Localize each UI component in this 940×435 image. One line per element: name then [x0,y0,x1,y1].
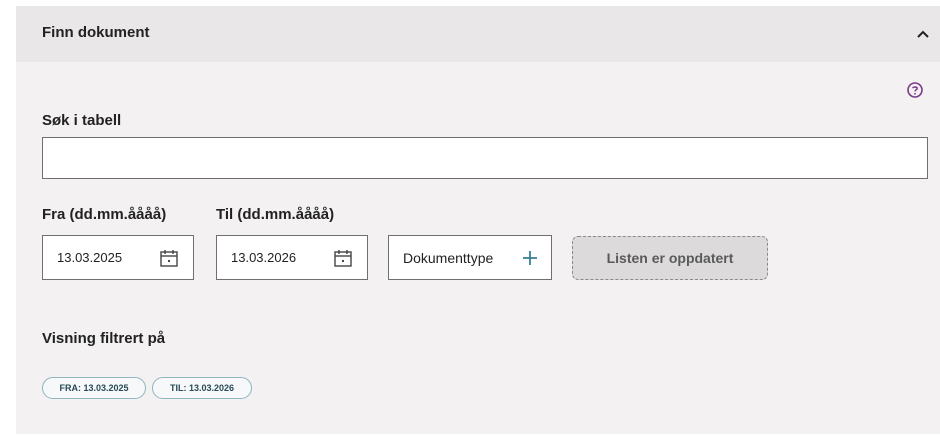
date-from-value: 13.03.2025 [57,250,123,265]
chevron-up-icon[interactable] [914,26,932,44]
filter-chip-to[interactable]: TIL: 13.03.2026 [152,377,252,399]
calendar-icon[interactable] [333,248,353,268]
plus-icon [521,249,539,267]
calendar-icon[interactable] [159,248,179,268]
filter-chip-from[interactable]: FRA: 13.03.2025 [42,377,146,399]
date-to-label: Til (dd.mm.åååå) [216,206,335,223]
date-to-field[interactable]: 13.03.2026 [216,235,368,280]
date-to-value: 13.03.2026 [231,250,297,265]
find-document-panel: Finn dokument Søk i tabell Fra (dd.mm.åå… [16,6,940,434]
filter-heading: Visning filtrert på [42,330,166,347]
date-from-label: Fra (dd.mm.åååå) [42,206,167,223]
search-input[interactable] [42,137,928,179]
panel-title: Finn dokument [42,24,150,41]
panel-header[interactable]: Finn dokument [16,6,940,62]
document-type-button[interactable]: Dokumenttype [388,235,552,280]
question-circle-icon[interactable] [906,81,924,99]
list-updated-button[interactable]: Listen er oppdatert [572,236,768,280]
date-from-field[interactable]: 13.03.2025 [42,235,194,280]
list-updated-label: Listen er oppdatert [606,250,734,266]
document-type-label: Dokumenttype [403,250,494,266]
search-label: Søk i tabell [42,112,122,129]
